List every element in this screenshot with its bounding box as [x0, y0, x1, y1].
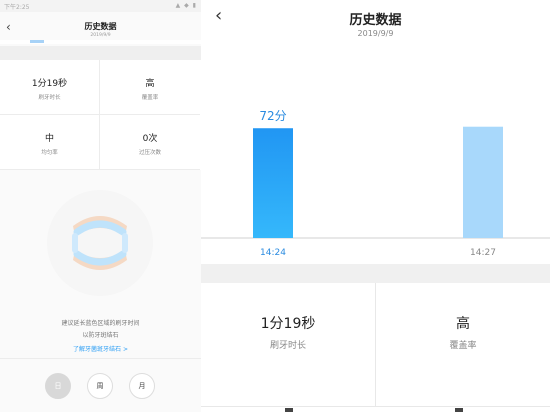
stat-label: 刷牙时长	[38, 95, 61, 101]
chart-strip-marker	[30, 40, 44, 43]
left-panel: 下午2:25 ▲ ◆ ▮ ‹ 历史数据 2019/9/9 1分19秒 刷牙时长 …	[0, 0, 201, 412]
score-bar-chart: 72分 14:24 14:27	[201, 109, 550, 258]
stat-overpressure: 0次 过压次数	[100, 115, 200, 170]
status-bar: 下午2:25 ▲ ◆ ▮	[0, 0, 201, 12]
stat-value: 高	[145, 79, 155, 89]
stat-duration: 1分19秒 刷牙时长	[201, 283, 376, 407]
stat-coverage: 高 覆盖率	[100, 60, 200, 115]
stat-value: 中	[44, 134, 54, 144]
next-stat-peek	[455, 408, 463, 412]
stats-grid: 1分19秒 刷牙时长 高 覆盖率 中 均匀率 0次 过压次数	[0, 60, 201, 170]
status-time: 下午2:25	[4, 4, 30, 11]
stat-value: 1分19秒	[31, 79, 68, 89]
section-divider	[0, 46, 201, 60]
stat-label: 覆盖率	[449, 341, 477, 351]
stat-label: 均匀率	[41, 150, 58, 156]
stat-label: 覆盖率	[141, 95, 159, 101]
tab-week[interactable]: 周	[87, 373, 113, 399]
learn-plaque-link[interactable]: 了解牙菌斑牙结石 >	[0, 344, 201, 353]
bar-14:27[interactable]	[463, 126, 503, 238]
data-label-14:24: 72分	[259, 109, 286, 123]
bar-14:24[interactable]	[253, 128, 293, 238]
tip-line-2: 以防牙斑结石	[82, 332, 119, 339]
next-stat-peek	[285, 408, 293, 412]
section-divider	[201, 264, 550, 283]
right-panel: ‹ 历史数据 2019/9/9 72分 14:24 14:27 1分19秒 刷牙时长…	[201, 0, 550, 412]
status-icons: ▲ ◆ ▮	[175, 2, 197, 9]
stat-value: 1分19秒	[260, 316, 316, 332]
stat-coverage: 高 覆盖率	[376, 283, 550, 407]
stat-evenness: 中 均匀率	[0, 115, 100, 170]
teeth-diagram-icon	[47, 190, 153, 296]
tab-month[interactable]: 月	[129, 373, 155, 399]
stat-label: 刷牙时长	[269, 341, 306, 351]
page-title: 历史数据	[84, 22, 117, 31]
stat-label: 过压次数	[138, 150, 161, 156]
stats-grid: 1分19秒 刷牙时长 高 覆盖率	[201, 283, 550, 412]
x-tick-14:24: 14:24	[260, 248, 286, 258]
stat-value: 高	[456, 316, 470, 332]
tab-day[interactable]: 日	[45, 373, 71, 399]
tip-line-1: 建议延长蓝色区域的刷牙时间	[61, 320, 140, 327]
x-tick-14:27: 14:27	[470, 248, 496, 258]
tab-separator	[0, 358, 201, 359]
page-date: 2019/9/9	[357, 29, 394, 38]
page-date: 2019/9/9	[90, 33, 111, 38]
page-title: 历史数据	[349, 13, 402, 28]
stat-value: 0次	[142, 134, 158, 144]
stat-duration: 1分19秒 刷牙时长	[0, 60, 100, 115]
